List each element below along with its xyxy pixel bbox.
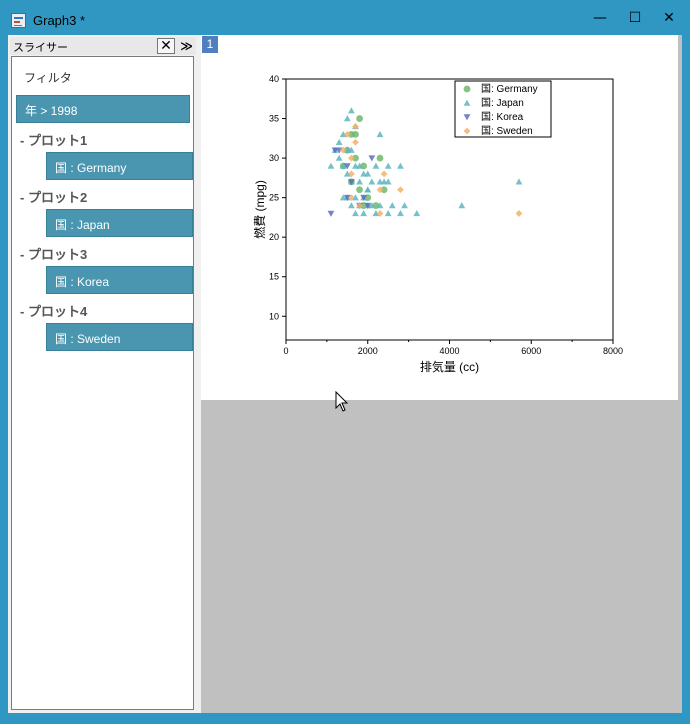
scatter-point — [364, 186, 372, 193]
legend-label: 国: Korea — [481, 111, 524, 123]
slicer-header: スライサー ✕ ≫ — [10, 37, 196, 55]
scatter-point — [352, 130, 359, 138]
legend-label: 国: Sweden — [481, 125, 533, 137]
y-tick-label: 20 — [269, 232, 279, 242]
x-tick-label: 4000 — [439, 346, 459, 356]
scatter-point — [401, 202, 408, 209]
scatter-point — [515, 178, 523, 185]
y-tick-label: 15 — [269, 272, 279, 282]
slicer-close-button[interactable]: ✕ — [157, 38, 175, 54]
slicer-title: スライサー — [13, 42, 68, 54]
window-title: Graph3 * — [33, 13, 86, 28]
scatter-point — [356, 178, 363, 185]
x-tick-label: 8000 — [603, 346, 623, 356]
scatter-point — [327, 210, 335, 217]
scatter-point — [352, 138, 359, 146]
scatter-point — [384, 178, 392, 185]
scatter-point — [376, 154, 384, 162]
slicer-panel: フィルタ 年 > 1998 - プロット1 国 : Germany - プロット… — [11, 56, 194, 710]
scatter-point — [515, 210, 523, 217]
scatter-chart[interactable]: 0 2000 4000 6000 8000 10 15 20 25 30 35 40 排気量 (cc) 燃… — [201, 35, 678, 400]
plot1-header[interactable]: - プロット1 — [20, 130, 87, 149]
scatter-point — [356, 115, 363, 122]
scatter-point — [458, 202, 466, 209]
slicer-pane: スライサー ✕ ≫ フィルタ 年 > 1998 - プロット1 国 : Germ… — [8, 35, 196, 713]
y-tick-label: 30 — [269, 153, 279, 163]
graph-area[interactable]: 0 2000 4000 6000 8000 10 15 20 25 30 35 40 排気量 (cc) 燃… — [201, 35, 682, 713]
x-tick-label: 6000 — [521, 346, 541, 356]
plot-frame — [285, 78, 614, 341]
scatter-point — [335, 154, 343, 161]
y-axis-label: 燃費 (mpg) — [252, 180, 267, 239]
minimize-button[interactable]: — — [583, 6, 617, 30]
graph-page[interactable]: 0 2000 4000 6000 8000 10 15 20 25 30 35 40 排気量 (cc) 燃… — [201, 35, 678, 400]
slicer-expand-button[interactable]: ≫ — [178, 38, 195, 54]
scatter-point — [368, 155, 376, 162]
scatter-point — [343, 115, 351, 122]
x-tick-label: 2000 — [358, 346, 378, 356]
graph-window-icon[interactable] — [11, 13, 26, 28]
scatter-point — [397, 162, 404, 169]
scatter-point — [372, 162, 380, 169]
plot3-item-korea[interactable]: 国 : Korea — [46, 266, 193, 294]
scatter-point — [376, 130, 384, 138]
plot4-item-sweden[interactable]: 国 : Sweden — [46, 323, 193, 351]
scatter-point — [368, 178, 376, 185]
scatter-point — [380, 170, 388, 178]
scatter-point — [356, 186, 363, 194]
y-tick-label: 40 — [269, 74, 279, 84]
close-window-button[interactable]: ✕ — [652, 6, 686, 30]
title-bar[interactable]: Graph3 * — ☐ ✕ — [0, 0, 690, 35]
plot2-item-japan[interactable]: 国 : Japan — [46, 209, 193, 237]
plot3-header[interactable]: - プロット3 — [20, 244, 87, 263]
plot2-header[interactable]: - プロット2 — [20, 187, 87, 206]
scatter-point — [413, 210, 421, 217]
scatter-point — [397, 210, 404, 217]
x-tick-label: 0 — [283, 346, 288, 356]
scatter-point — [397, 186, 404, 194]
scatter-point — [364, 170, 372, 177]
mouse-cursor-icon — [335, 391, 349, 412]
plot4-header[interactable]: - プロット4 — [20, 301, 87, 320]
layer-tab-1[interactable]: 1 — [202, 36, 218, 53]
x-axis-label: 排気量 (cc) — [420, 359, 479, 374]
plot1-item-germany[interactable]: 国 : Germany — [46, 152, 193, 180]
scatter-point — [352, 210, 359, 217]
y-tick-label: 10 — [269, 311, 279, 321]
filter-label: フィルタ — [24, 71, 72, 85]
scatter-point — [348, 202, 355, 209]
scatter-point — [384, 210, 392, 217]
scatter-point — [384, 162, 392, 169]
legend-label: 国: Japan — [481, 97, 524, 109]
legend-marker — [463, 85, 471, 93]
window-client: スライサー ✕ ≫ フィルタ 年 > 1998 - プロット1 国 : Germ… — [8, 35, 682, 713]
graph-window: Graph3 * — ☐ ✕ スライサー ✕ ≫ フィルタ 年 > 1998 -… — [0, 0, 690, 724]
y-tick-label: 25 — [269, 193, 279, 203]
maximize-button[interactable]: ☐ — [618, 6, 652, 30]
y-tick-label: 35 — [269, 114, 279, 124]
scatter-point — [348, 107, 355, 114]
legend-label: 国: Germany — [481, 83, 538, 95]
scatter-point — [388, 202, 396, 209]
filter-item-year[interactable]: 年 > 1998 — [16, 95, 190, 123]
scatter-point — [335, 138, 343, 145]
scatter-point — [360, 210, 368, 217]
scatter-point — [327, 162, 335, 169]
